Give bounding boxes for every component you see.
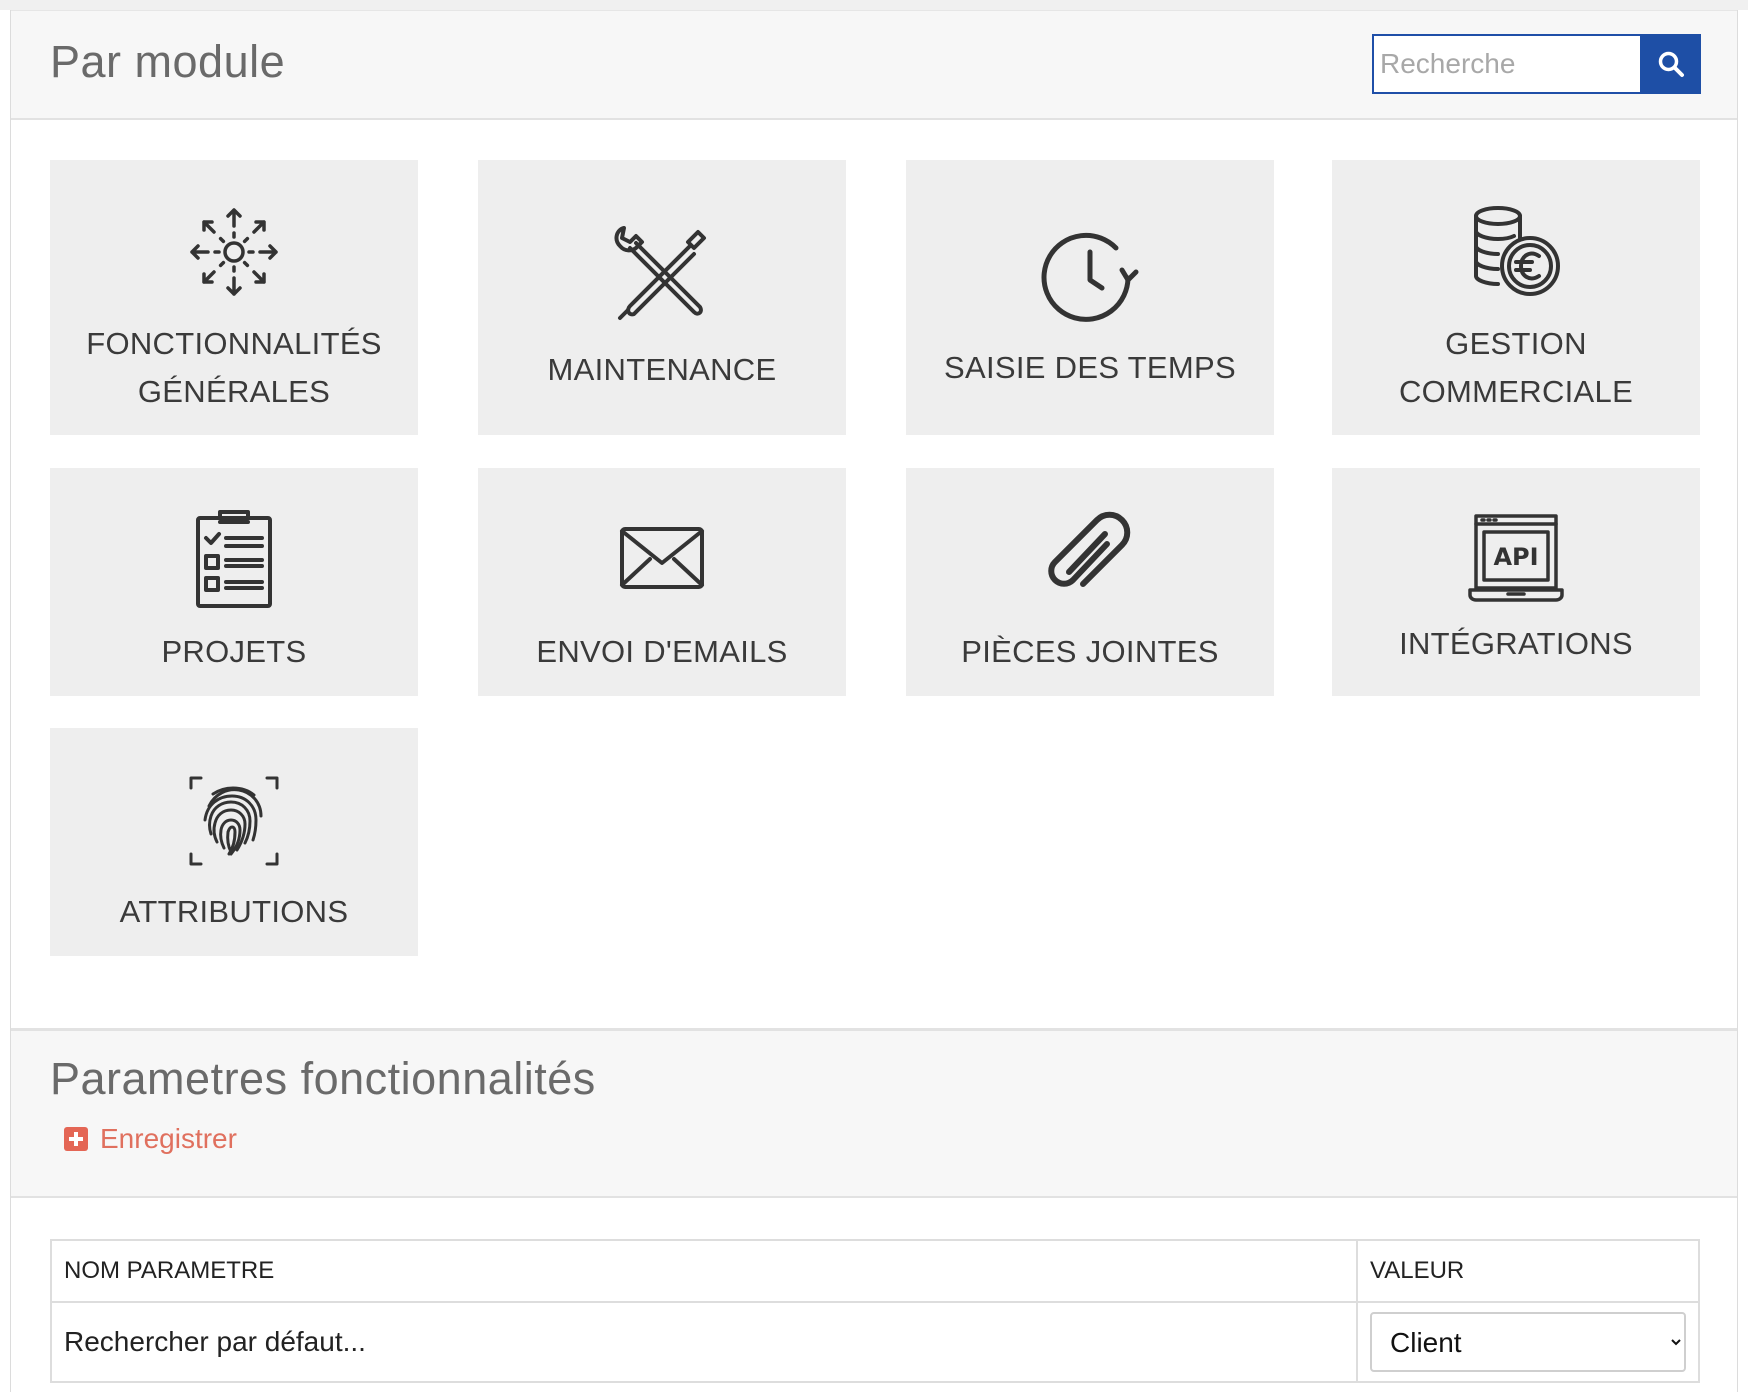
clock-refresh-icon (1041, 232, 1139, 322)
clipboard-checklist-icon (196, 510, 272, 608)
paperclip-icon (1048, 511, 1131, 587)
param-value-cell: Client (1356, 1301, 1700, 1383)
api-laptop-icon: API (1468, 514, 1564, 602)
tile-label: INTÉGRATIONS (1399, 626, 1633, 661)
save-label: Enregistrer (100, 1123, 237, 1154)
plus-square-icon (64, 1127, 88, 1151)
param-value-select[interactable]: Client (1370, 1312, 1686, 1372)
search-input[interactable] (1372, 34, 1640, 94)
params-panel-header: Parametres fonctionnalités Enregistrer (11, 1028, 1737, 1198)
tile-saisie-des-temps[interactable]: SAISIE DES TEMPS (906, 160, 1274, 435)
tile-label: GESTION COMMERCIALE (1398, 326, 1634, 409)
section-title: Parametres fonctionnalités (50, 1053, 596, 1104)
gear-arrows-icon (190, 208, 278, 296)
tile-attributions[interactable]: ATTRIBUTIONS (50, 728, 418, 956)
page-title: Par module (50, 36, 286, 87)
column-header-value: VALEUR (1356, 1239, 1700, 1303)
envelope-icon (620, 527, 704, 589)
search-icon (1658, 51, 1684, 77)
tile-label: ATTRIBUTIONS (119, 894, 349, 929)
column-header-name: NOM PARAMETRE (50, 1239, 1358, 1303)
save-link[interactable]: Enregistrer (64, 1123, 237, 1155)
tile-label: FONCTIONNALITÉS GÉNÉRALES (86, 326, 382, 409)
tile-projets[interactable]: PROJETS (50, 468, 418, 696)
tile-label: MAINTENANCE (547, 352, 777, 387)
tile-label: PROJETS (161, 634, 307, 669)
tile-envoi-emails[interactable]: ENVOI D'EMAILS (478, 468, 846, 696)
tile-label: PIÈCES JOINTES (961, 634, 1219, 669)
coins-euro-icon (1474, 206, 1560, 296)
wrench-screwdriver-icon (614, 226, 706, 320)
table-header-row: NOM PARAMETRE VALEUR (50, 1239, 1700, 1303)
svg-text:API: API (1493, 543, 1538, 571)
search-button[interactable] (1640, 34, 1701, 94)
tile-gestion-commerciale[interactable]: GESTION COMMERCIALE (1332, 160, 1700, 435)
tile-pieces-jointes[interactable]: PIÈCES JOINTES (906, 468, 1274, 696)
tile-label: ENVOI D'EMAILS (536, 634, 788, 669)
tile-fonctionnalites-generales[interactable]: FONCTIONNALITÉS GÉNÉRALES (50, 160, 418, 435)
module-panel-header: Par module (11, 10, 1737, 120)
tile-maintenance[interactable]: MAINTENANCE (478, 160, 846, 435)
search-box (1372, 34, 1701, 94)
param-name-cell: Rechercher par défaut... (50, 1301, 1358, 1383)
params-table: NOM PARAMETRE VALEUR Rechercher par défa… (50, 1239, 1700, 1383)
table-row: Rechercher par défaut... Client (50, 1301, 1700, 1383)
fingerprint-icon (189, 776, 279, 866)
tile-integrations[interactable]: API INTÉGRATIONS (1332, 468, 1700, 696)
tile-label: SAISIE DES TEMPS (944, 350, 1236, 385)
